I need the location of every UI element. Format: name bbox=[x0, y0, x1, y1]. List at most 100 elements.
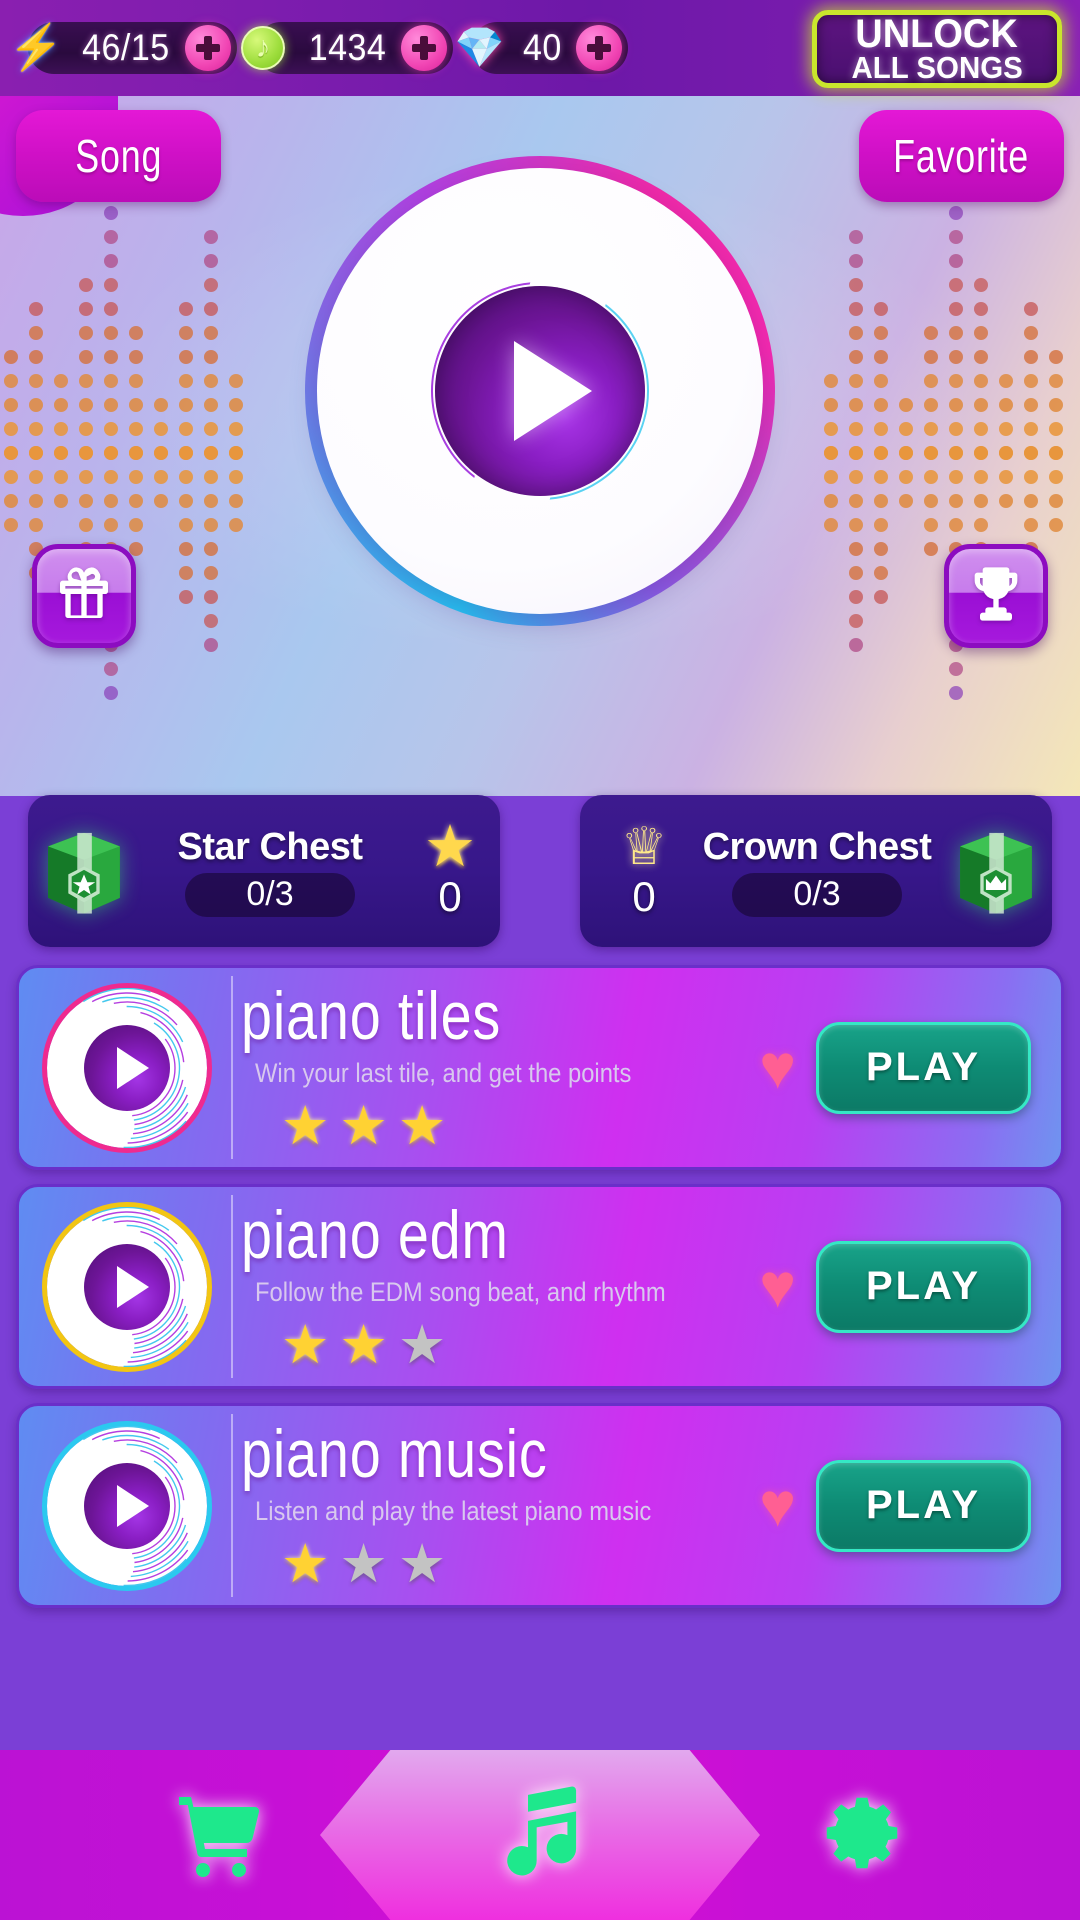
equalizer-dot bbox=[1024, 422, 1038, 436]
play-button[interactable]: PLAY bbox=[816, 1240, 1031, 1333]
tab-favorite-label: Favorite bbox=[893, 130, 1030, 182]
equalizer-dot bbox=[79, 470, 93, 484]
coins-value: 1434 bbox=[308, 27, 387, 68]
equalizer-dot bbox=[54, 398, 68, 412]
equalizer-dot bbox=[1024, 302, 1038, 316]
equalizer-dot bbox=[849, 326, 863, 340]
equalizer-dot bbox=[874, 590, 888, 604]
song-star-filled: ★ bbox=[281, 1534, 330, 1594]
disc-face bbox=[317, 168, 763, 614]
equalizer-dot bbox=[204, 614, 218, 628]
song-star-empty: ★ bbox=[397, 1315, 447, 1375]
equalizer-dot bbox=[229, 374, 243, 388]
equalizer-dot bbox=[4, 494, 18, 508]
equalizer-dot bbox=[204, 638, 218, 652]
equalizer-dot bbox=[999, 422, 1013, 436]
star-chest-text: Star Chest 0/3 bbox=[140, 826, 400, 917]
equalizer-dot bbox=[949, 686, 963, 700]
favorite-heart-icon[interactable]: ♥ bbox=[759, 1474, 796, 1537]
equalizer-dot bbox=[949, 662, 963, 676]
equalizer-dot bbox=[79, 302, 93, 316]
equalizer-dot bbox=[849, 590, 863, 604]
equalizer-dot bbox=[949, 326, 963, 340]
disc-hub[interactable] bbox=[435, 286, 645, 496]
tab-favorite[interactable]: Favorite bbox=[859, 110, 1064, 202]
equalizer-dot bbox=[1024, 494, 1038, 508]
equalizer-dot bbox=[129, 446, 143, 460]
diamond-icon: 💎 bbox=[454, 26, 505, 70]
favorite-heart-icon[interactable]: ♥ bbox=[759, 1255, 796, 1318]
add-energy-button[interactable] bbox=[185, 25, 232, 71]
trophy-button[interactable] bbox=[944, 544, 1048, 648]
nav-settings-button[interactable] bbox=[815, 1786, 909, 1885]
star-chest-name: Star Chest bbox=[177, 825, 363, 868]
equalizer-dot bbox=[54, 470, 68, 484]
equalizer-dot bbox=[79, 350, 93, 364]
equalizer-dot bbox=[179, 326, 193, 340]
equalizer-dot bbox=[849, 446, 863, 460]
crown-icon: ♕ bbox=[620, 818, 668, 876]
song-thumbnail[interactable] bbox=[42, 1201, 212, 1372]
play-button[interactable]: PLAY bbox=[816, 1021, 1031, 1114]
equalizer-dot bbox=[204, 230, 218, 244]
song-card[interactable]: piano music Listen and play the latest pi… bbox=[16, 1403, 1064, 1608]
crown-count-group: ♕ 0 bbox=[594, 821, 694, 921]
equalizer-dot bbox=[54, 374, 68, 388]
crown-chest-card[interactable]: ♕ 0 Crown Chest 0/3 bbox=[580, 795, 1052, 947]
equalizer-dot bbox=[79, 446, 93, 460]
chest-row: Star Chest 0/3 ★ 0 ♕ 0 Crown Chest 0/3 bbox=[0, 795, 1080, 955]
equalizer-dot bbox=[204, 254, 218, 268]
equalizer-dot bbox=[129, 398, 143, 412]
song-card[interactable]: piano edm Follow the EDM song beat, and r… bbox=[16, 1184, 1064, 1389]
gift-button[interactable] bbox=[32, 544, 136, 648]
equalizer-dot bbox=[974, 374, 988, 388]
equalizer-dot bbox=[874, 494, 888, 508]
equalizer-dot bbox=[229, 518, 243, 532]
song-thumbnail[interactable] bbox=[42, 1420, 212, 1591]
top-hud-bar: ⚡ 46/15 ♪ 1434 💎 40 UNLOCK ALL SONGS bbox=[0, 0, 1080, 96]
equalizer-dot bbox=[849, 374, 863, 388]
song-info: piano tiles Win your last tile, and get t… bbox=[207, 982, 759, 1153]
song-star-empty: ★ bbox=[397, 1534, 447, 1594]
equalizer-dot bbox=[179, 518, 193, 532]
equalizer-dot bbox=[229, 446, 243, 460]
equalizer-dot bbox=[29, 302, 43, 316]
favorite-heart-icon[interactable]: ♥ bbox=[759, 1036, 796, 1099]
nav-shop-button[interactable] bbox=[171, 1785, 267, 1886]
star-chest-card[interactable]: Star Chest 0/3 ★ 0 bbox=[28, 795, 500, 947]
song-card[interactable]: piano tiles Win your last tile, and get t… bbox=[16, 965, 1064, 1170]
equalizer-dot bbox=[1024, 470, 1038, 484]
equalizer-dot bbox=[974, 470, 988, 484]
equalizer-dot bbox=[999, 470, 1013, 484]
equalizer-dot bbox=[104, 686, 118, 700]
equalizer-dot bbox=[974, 278, 988, 292]
equalizer-dot bbox=[874, 518, 888, 532]
equalizer-dot bbox=[924, 422, 938, 436]
equalizer-dot bbox=[924, 494, 938, 508]
unlock-all-songs-button[interactable]: UNLOCK ALL SONGS bbox=[812, 10, 1062, 88]
equalizer-dot bbox=[974, 326, 988, 340]
main-play-disc[interactable] bbox=[305, 156, 775, 626]
equalizer-dot bbox=[79, 374, 93, 388]
equalizer-dot bbox=[229, 470, 243, 484]
tab-song[interactable]: Song bbox=[16, 110, 221, 202]
add-gems-button[interactable] bbox=[575, 25, 622, 71]
song-thumbnail[interactable] bbox=[42, 982, 212, 1153]
song-list: piano tiles Win your last tile, and get t… bbox=[0, 965, 1080, 1622]
music-note-coin-icon: ♪ bbox=[237, 22, 289, 74]
equalizer-dot bbox=[999, 494, 1013, 508]
equalizer-dot bbox=[204, 566, 218, 580]
nav-music-button[interactable] bbox=[489, 1781, 593, 1890]
energy-value: 46/15 bbox=[82, 27, 170, 68]
shopping-cart-icon bbox=[171, 1785, 267, 1886]
song-star-rating: ★ ★ ★ bbox=[281, 1537, 759, 1591]
add-coins-button[interactable] bbox=[401, 25, 448, 71]
equalizer-dot bbox=[104, 662, 118, 676]
play-button[interactable]: PLAY bbox=[816, 1459, 1031, 1552]
play-icon bbox=[514, 341, 592, 441]
song-play-icon bbox=[84, 1462, 170, 1549]
equalizer-dot bbox=[974, 398, 988, 412]
equalizer-dot bbox=[229, 398, 243, 412]
equalizer-dot bbox=[949, 398, 963, 412]
equalizer-dot bbox=[949, 518, 963, 532]
